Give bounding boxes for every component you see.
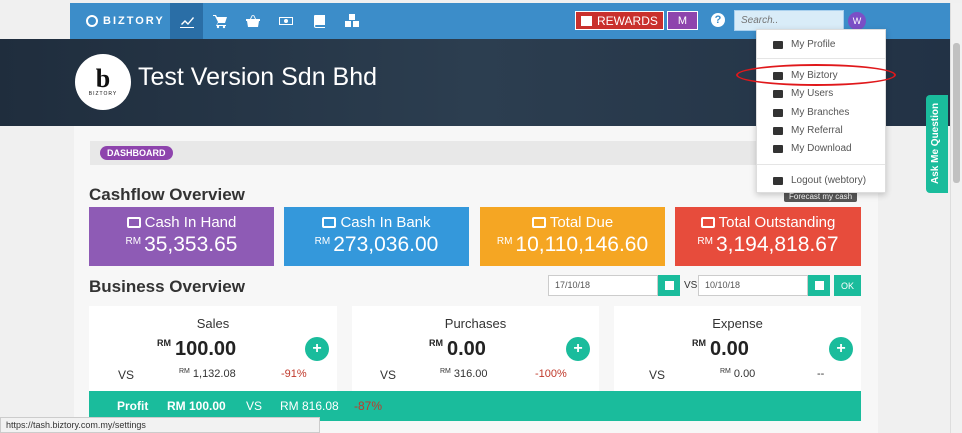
users-icon (773, 89, 783, 98)
bank-icon (322, 217, 337, 228)
rewards-button[interactable]: REWARDS (575, 11, 664, 30)
upload-icon (700, 217, 715, 228)
money-icon (126, 217, 141, 228)
stat-cash-in-hand[interactable]: Cash In Hand RM 35,353.65 (89, 207, 274, 266)
nav-cubes-icon[interactable] (335, 3, 368, 39)
menu-my-referral[interactable]: My Referral (773, 125, 843, 136)
cashflow-title: Cashflow Overview (89, 185, 245, 204)
date-from-input[interactable]: 17/10/18 (548, 275, 658, 296)
membership-badge[interactable]: M (667, 11, 698, 30)
key-icon (773, 176, 783, 185)
menu-my-branches[interactable]: My Branches (773, 107, 849, 118)
menu-my-users[interactable]: My Users (773, 88, 833, 99)
company-name: Test Version Sdn Bhd (138, 63, 378, 91)
add-expense-button[interactable]: + (829, 337, 853, 361)
date-vs-label: VS (684, 280, 698, 291)
menu-my-download[interactable]: My Download (773, 143, 852, 154)
add-purchases-button[interactable]: + (566, 337, 590, 361)
scrollbar-thumb[interactable] (953, 43, 960, 183)
gift-icon (773, 126, 783, 135)
download-icon (531, 217, 546, 228)
help-icon[interactable]: ? (711, 13, 725, 27)
highlight-circle (736, 64, 896, 86)
nav-book-icon[interactable] (302, 3, 335, 39)
search-input[interactable] (734, 10, 844, 31)
breadcrumb-bar (90, 141, 860, 165)
business-title: Business Overview (89, 277, 245, 296)
scrollbar[interactable] (950, 3, 962, 433)
stat-total-due[interactable]: Total Due RM 10,110,146.60 (480, 207, 665, 266)
calendar-from-icon[interactable] (658, 275, 680, 296)
sales-panel: Sales RM 100.00 + VS RM 1,132.08 -91% (89, 306, 337, 391)
company-logo: b BIZTORY (75, 54, 131, 110)
ask-me-question-tab[interactable]: Ask Me Question (926, 95, 948, 193)
gift-icon (581, 15, 592, 26)
menu-logout[interactable]: Logout (webtory) (773, 175, 866, 186)
id-card-icon (773, 40, 783, 49)
stat-cash-in-bank[interactable]: Cash In Bank RM 273,036.00 (284, 207, 469, 266)
purchases-panel: Purchases RM 0.00 + VS RM 316.00 -100% (352, 306, 599, 391)
nav-money-icon[interactable] (269, 3, 302, 39)
menu-my-profile[interactable]: My Profile (773, 39, 835, 50)
add-sales-button[interactable]: + (305, 337, 329, 361)
ok-button[interactable]: OK (834, 275, 861, 296)
user-avatar[interactable]: W (848, 12, 866, 30)
biztory-icon (86, 15, 98, 27)
expense-panel: Expense RM 0.00 + VS RM 0.00 -- (614, 306, 861, 391)
breadcrumb-dashboard[interactable]: DASHBOARD (100, 146, 173, 160)
download-icon (773, 144, 783, 153)
nav-dashboard-icon[interactable] (170, 3, 203, 39)
user-dropdown-menu: My Profile My Biztory My Users My Branch… (756, 29, 886, 193)
calendar-to-icon[interactable] (808, 275, 830, 296)
brand-logo[interactable]: BIZTORY (70, 15, 170, 27)
sitemap-icon (773, 108, 783, 117)
date-to-input[interactable]: 10/10/18 (698, 275, 808, 296)
nav-cart-icon[interactable] (203, 3, 236, 39)
stat-total-outstanding[interactable]: Total Outstanding RM 3,194,818.67 (675, 207, 861, 266)
status-url: https://tash.biztory.com.my/settings (0, 417, 320, 433)
nav-basket-icon[interactable] (236, 3, 269, 39)
